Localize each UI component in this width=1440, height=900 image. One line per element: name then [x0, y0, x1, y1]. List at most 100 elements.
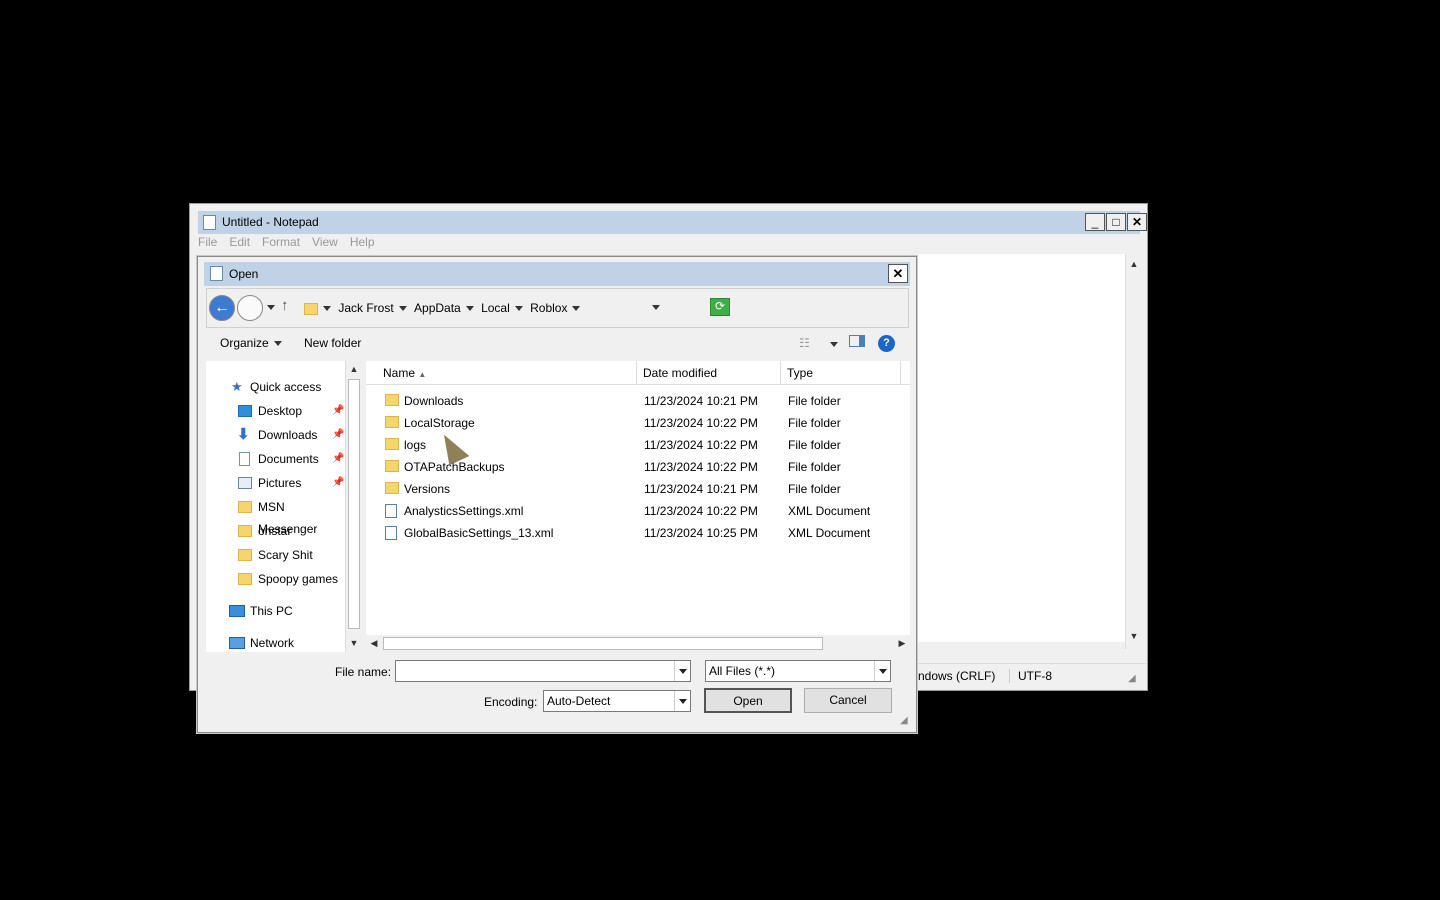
encoding-value: Auto-Detect: [547, 694, 611, 708]
notepad-menu-bar: File Edit Format View Help: [198, 235, 387, 253]
nav-item-label: Documents: [258, 452, 319, 466]
resize-grip-icon[interactable]: ◢: [1128, 673, 1136, 684]
dialog-close-button[interactable]: ✕: [888, 264, 908, 283]
column-header-type[interactable]: Type: [781, 361, 901, 385]
folder-icon: [385, 394, 399, 406]
file-row[interactable]: Downloads 11/23/2024 10:21 PM File folde…: [366, 390, 886, 412]
folder-icon: [385, 438, 399, 450]
file-type-filter-value: All Files (*.*): [709, 664, 776, 678]
file-row[interactable]: OTAPatchBackups 11/23/2024 10:22 PM File…: [366, 456, 886, 478]
menu-edit[interactable]: Edit: [229, 235, 250, 249]
maximize-button[interactable]: □: [1106, 213, 1126, 231]
address-history-chevron-icon[interactable]: [652, 305, 660, 310]
open-button[interactable]: Open: [704, 688, 792, 713]
preview-pane-icon[interactable]: [849, 335, 865, 347]
nav-item-documents[interactable]: Documents 📌: [206, 448, 346, 470]
refresh-icon[interactable]: ⟳: [710, 298, 730, 316]
resize-grip-icon[interactable]: ◢: [900, 715, 908, 726]
nav-item-desktop[interactable]: Desktop 📌: [206, 400, 346, 422]
pin-icon[interactable]: 📌: [332, 400, 344, 422]
scrollbar-thumb[interactable]: [348, 379, 360, 629]
cancel-button[interactable]: Cancel: [804, 688, 892, 713]
nav-quick-access[interactable]: ★ Quick access: [206, 376, 346, 398]
up-arrow-icon[interactable]: ↑: [281, 297, 289, 314]
scroll-up-icon[interactable]: ▲: [1126, 256, 1142, 272]
column-header-date[interactable]: Date modified: [637, 361, 781, 385]
chevron-down-icon[interactable]: [514, 306, 523, 312]
file-name: Versions: [404, 482, 451, 496]
nav-item-pictures[interactable]: Pictures 📌: [206, 472, 346, 494]
file-row[interactable]: GlobalBasicSettings_13.xml 11/23/2024 10…: [366, 522, 886, 544]
organize-button[interactable]: Organize: [220, 336, 282, 350]
chevron-down-icon: [273, 341, 282, 347]
breadcrumb-roblox[interactable]: Roblox: [530, 296, 567, 320]
minimize-button[interactable]: _: [1085, 213, 1105, 231]
nav-item-downloads[interactable]: ⬇ Downloads 📌: [206, 424, 346, 446]
file-row[interactable]: Versions 11/23/2024 10:21 PM File folder: [366, 478, 886, 500]
notepad-horizontal-scrollbar[interactable]: [918, 644, 1125, 661]
file-type-filter-select[interactable]: All Files (*.*): [705, 660, 891, 682]
chevron-down-icon[interactable]: [674, 661, 690, 681]
close-button[interactable]: ✕: [1127, 213, 1147, 231]
encoding-label: Encoding:: [484, 695, 538, 709]
menu-file[interactable]: File: [198, 235, 217, 249]
breadcrumb-jack-frost[interactable]: Jack Frost: [338, 296, 393, 320]
chevron-down-icon[interactable]: [323, 306, 331, 312]
chevron-down-icon[interactable]: [398, 306, 407, 312]
pin-icon[interactable]: 📌: [332, 448, 344, 470]
chevron-down-icon[interactable]: [572, 306, 581, 312]
back-arrow-icon[interactable]: ←: [209, 295, 235, 321]
file-list-horizontal-scrollbar[interactable]: ◀ ▶: [366, 635, 910, 652]
forward-arrow-icon[interactable]: [237, 295, 263, 321]
file-date: 11/23/2024 10:21 PM: [644, 394, 758, 408]
recent-locations-chevron-icon[interactable]: [267, 305, 275, 310]
menu-view[interactable]: View: [312, 235, 338, 249]
organize-label: Organize: [220, 336, 269, 350]
notepad-vertical-scrollbar[interactable]: ▲ ▼: [1125, 254, 1142, 649]
chevron-down-icon[interactable]: [874, 661, 890, 681]
view-chevron-down-icon[interactable]: [830, 342, 838, 347]
chevron-down-icon[interactable]: [674, 691, 690, 711]
folder-icon: [385, 482, 399, 494]
pin-icon[interactable]: 📌: [332, 424, 344, 446]
scroll-down-icon[interactable]: ▼: [346, 635, 362, 651]
folder-icon: [385, 416, 399, 428]
file-date: 11/23/2024 10:21 PM: [644, 482, 758, 496]
breadcrumb-local[interactable]: Local: [481, 296, 510, 320]
encoding-select[interactable]: Auto-Detect: [543, 690, 691, 712]
chevron-down-icon[interactable]: [465, 306, 474, 312]
nav-item-scary-shit[interactable]: Scary Shit: [206, 544, 346, 566]
file-name-input[interactable]: [395, 660, 691, 682]
pin-icon[interactable]: 📌: [332, 472, 344, 494]
scroll-right-icon[interactable]: ▶: [894, 635, 910, 651]
view-options-icon[interactable]: ☷: [799, 336, 810, 350]
scroll-down-icon[interactable]: ▼: [1126, 628, 1142, 644]
column-header-name[interactable]: Name ▲: [377, 361, 637, 385]
scroll-up-icon[interactable]: ▲: [346, 361, 362, 377]
notepad-title: Untitled - Notepad: [222, 215, 319, 229]
file-row[interactable]: LocalStorage 11/23/2024 10:22 PM File fo…: [366, 412, 886, 434]
navigation-pane-scrollbar[interactable]: ▲ ▼: [345, 361, 361, 652]
help-icon[interactable]: ?: [878, 335, 895, 352]
menu-help[interactable]: Help: [350, 235, 375, 249]
file-name: AnalysticsSettings.xml: [404, 504, 524, 518]
menu-format[interactable]: Format: [262, 235, 300, 249]
nav-item-label: Desktop: [258, 404, 303, 418]
nav-network[interactable]: Network: [206, 632, 346, 654]
new-folder-button[interactable]: New folder: [304, 336, 361, 350]
scroll-left-icon[interactable]: ◀: [366, 635, 382, 651]
file-row[interactable]: AnalysticsSettings.xml 11/23/2024 10:22 …: [366, 500, 886, 522]
nav-item-spoopy-games[interactable]: Spoopy games: [206, 568, 346, 590]
file-type: File folder: [788, 416, 841, 430]
status-line-ending: Windows (CRLF): [904, 669, 996, 683]
breadcrumb-appdata[interactable]: AppData: [414, 296, 461, 320]
notepad-text-area[interactable]: [918, 254, 1125, 642]
notepad-title-bar: Untitled - Notepad _ □ ✕: [198, 211, 1147, 234]
folder-icon: [238, 501, 252, 513]
nav-this-pc[interactable]: This PC: [206, 600, 346, 622]
file-type: File folder: [788, 438, 841, 452]
scrollbar-thumb[interactable]: [383, 637, 823, 650]
address-bar[interactable]: Jack Frost AppData Local Roblox: [301, 295, 731, 321]
nav-item-msn-messenger[interactable]: MSN Messenger: [206, 496, 346, 536]
nav-item-onstar[interactable]: onstar: [206, 520, 346, 542]
